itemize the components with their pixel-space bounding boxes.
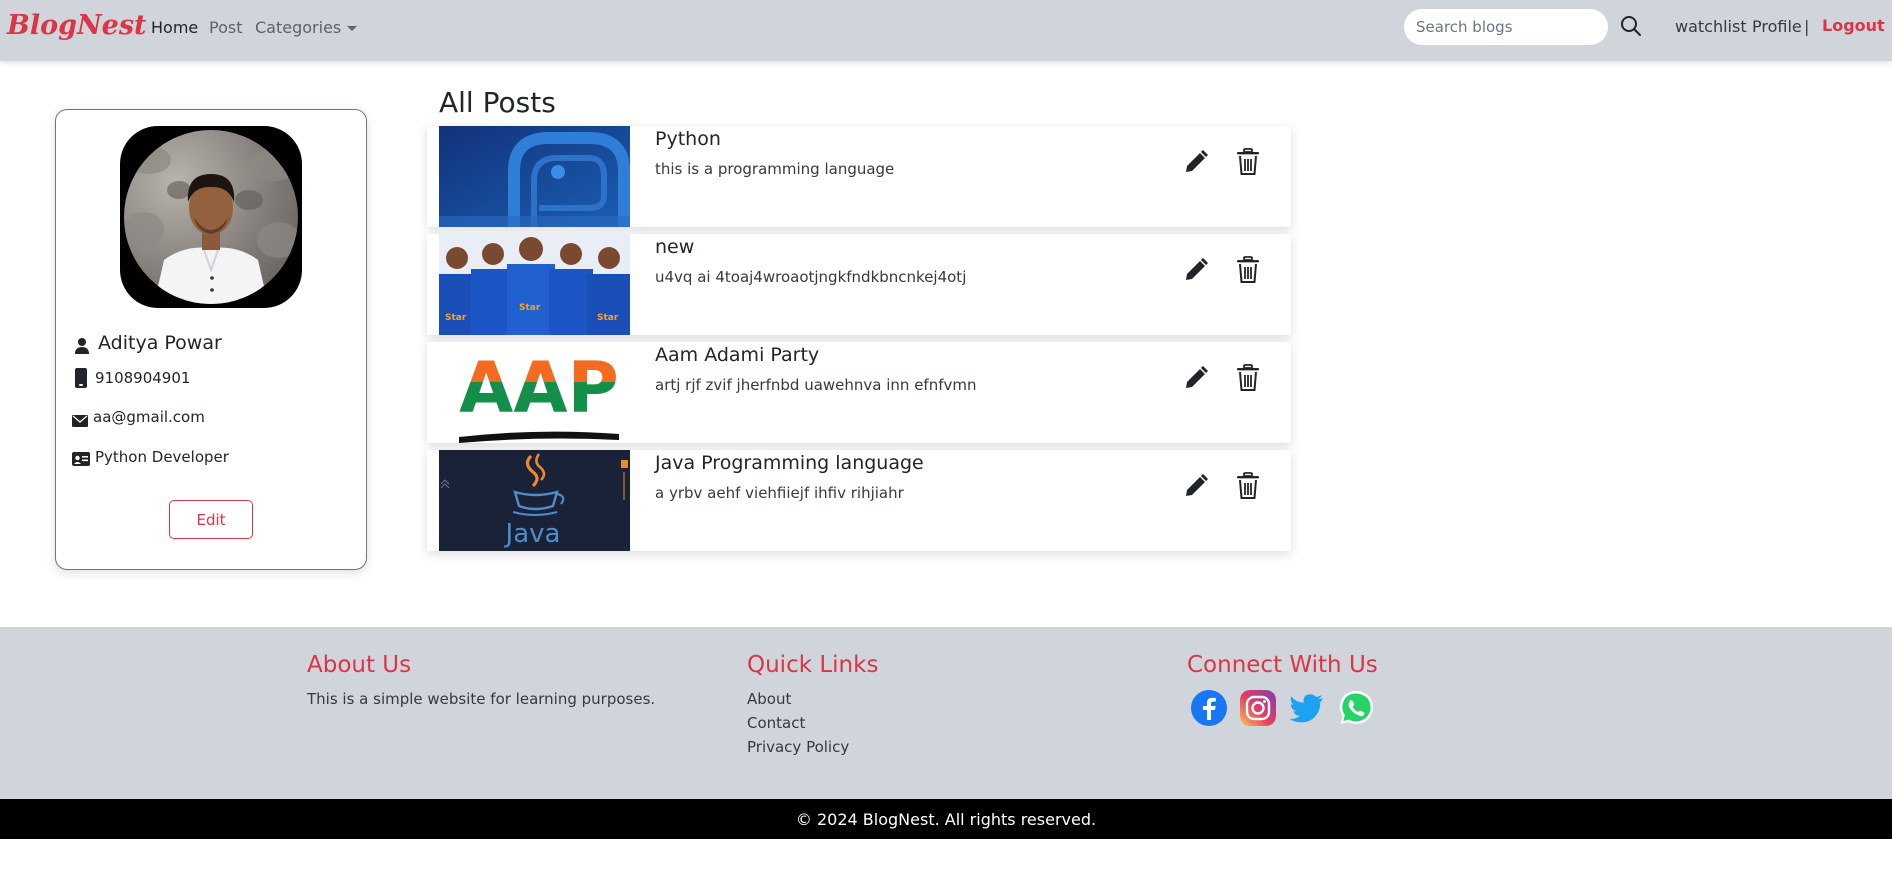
post-thumbnail-cricket: Star Star Star [439, 234, 630, 335]
footer-about-heading: About Us [307, 652, 412, 678]
user-icon [74, 337, 90, 358]
svg-text:Star: Star [445, 313, 467, 323]
profile-name: Aditya Powar [98, 332, 222, 354]
svg-text:Star: Star [519, 303, 541, 313]
pencil-icon[interactable] [1182, 472, 1210, 500]
nav-post[interactable]: Post [209, 18, 242, 37]
trash-icon[interactable] [1235, 256, 1261, 284]
profile-card: Aditya Powar 9108904901 aa@gmail.com Pyt… [55, 109, 367, 570]
phone-icon [75, 368, 87, 392]
post-card[interactable]: AAP AAP Aam Adami Party artj rjf zvif jh… [427, 342, 1291, 443]
post-description: this is a programming language [655, 160, 895, 178]
footer-quick-links-heading: Quick Links [747, 652, 879, 678]
pencil-icon[interactable] [1182, 148, 1210, 176]
post-thumbnail-java: Java [439, 450, 630, 551]
post-description: a yrbv aehf viehfiiejf ihfiv rihjiahr [655, 484, 904, 502]
footer-link-privacy-policy[interactable]: Privacy Policy [747, 738, 849, 756]
java-logo-text: Java [504, 519, 561, 549]
pencil-icon[interactable] [1182, 256, 1210, 284]
profile-phone: 9108904901 [95, 369, 191, 387]
post-description: u4vq ai 4toaj4wroaotjngkfndkbncnkej4otj [655, 268, 967, 286]
footer-link-contact[interactable]: Contact [747, 714, 805, 732]
nav-categories-dropdown[interactable]: Categories [255, 18, 358, 37]
avatar-photo [124, 130, 298, 304]
post-title[interactable]: Python [655, 128, 721, 150]
twitter-icon[interactable] [1288, 689, 1326, 727]
trash-icon[interactable] [1235, 472, 1261, 500]
post-card[interactable]: Java Java Programming language a yrbv ae… [427, 450, 1291, 551]
avatar [120, 126, 302, 308]
search-input[interactable] [1403, 8, 1609, 46]
nav-profile[interactable]: Profile [1752, 17, 1802, 36]
svg-text:Star: Star [597, 313, 619, 323]
edit-profile-button[interactable]: Edit [169, 500, 253, 539]
id-card-icon [72, 451, 90, 470]
search-icon[interactable] [1618, 13, 1644, 39]
logout-button[interactable]: Logout [1822, 16, 1885, 35]
nav-categories-label: Categories [255, 18, 342, 37]
trash-icon[interactable] [1235, 148, 1261, 176]
profile-email: aa@gmail.com [93, 408, 205, 426]
navbar: BlogNest Home Post Categories watchlist … [0, 0, 1892, 61]
whatsapp-icon[interactable] [1337, 689, 1375, 727]
copyright-bar: © 2024 BlogNest. All rights reserved. [0, 799, 1892, 839]
post-card[interactable]: Star Star Star new u4vq ai 4toaj4wroaotj… [427, 234, 1291, 335]
pencil-icon[interactable] [1182, 364, 1210, 392]
post-title[interactable]: new [655, 236, 694, 258]
copyright-text: © 2024 BlogNest. All rights reserved. [795, 809, 1097, 829]
footer: About Us This is a simple website for le… [0, 627, 1892, 799]
nav-home[interactable]: Home [151, 18, 198, 37]
trash-icon[interactable] [1235, 364, 1261, 392]
brand-logo[interactable]: BlogNest [7, 10, 147, 41]
caret-down-icon [347, 26, 358, 31]
post-title[interactable]: Aam Adami Party [655, 344, 819, 366]
post-card[interactable]: Python this is a programming language [427, 126, 1291, 227]
posts-heading: All Posts [439, 86, 556, 119]
post-thumbnail-aap: AAP AAP [439, 342, 630, 443]
facebook-icon[interactable] [1190, 689, 1228, 727]
nav-watchlist[interactable]: watchlist [1675, 17, 1747, 36]
profile-role: Python Developer [95, 448, 229, 466]
footer-link-about[interactable]: About [747, 690, 791, 708]
post-description: artj rjf zvif jherfnbd uawehnva inn efnf… [655, 376, 977, 394]
footer-about-text: This is a simple website for learning pu… [307, 690, 656, 708]
footer-connect-heading: Connect With Us [1187, 652, 1378, 678]
envelope-icon [72, 412, 88, 431]
instagram-icon[interactable] [1239, 689, 1277, 727]
post-thumbnail-python [439, 126, 630, 227]
post-title[interactable]: Java Programming language [655, 452, 924, 474]
nav-separator: | [1804, 17, 1810, 36]
